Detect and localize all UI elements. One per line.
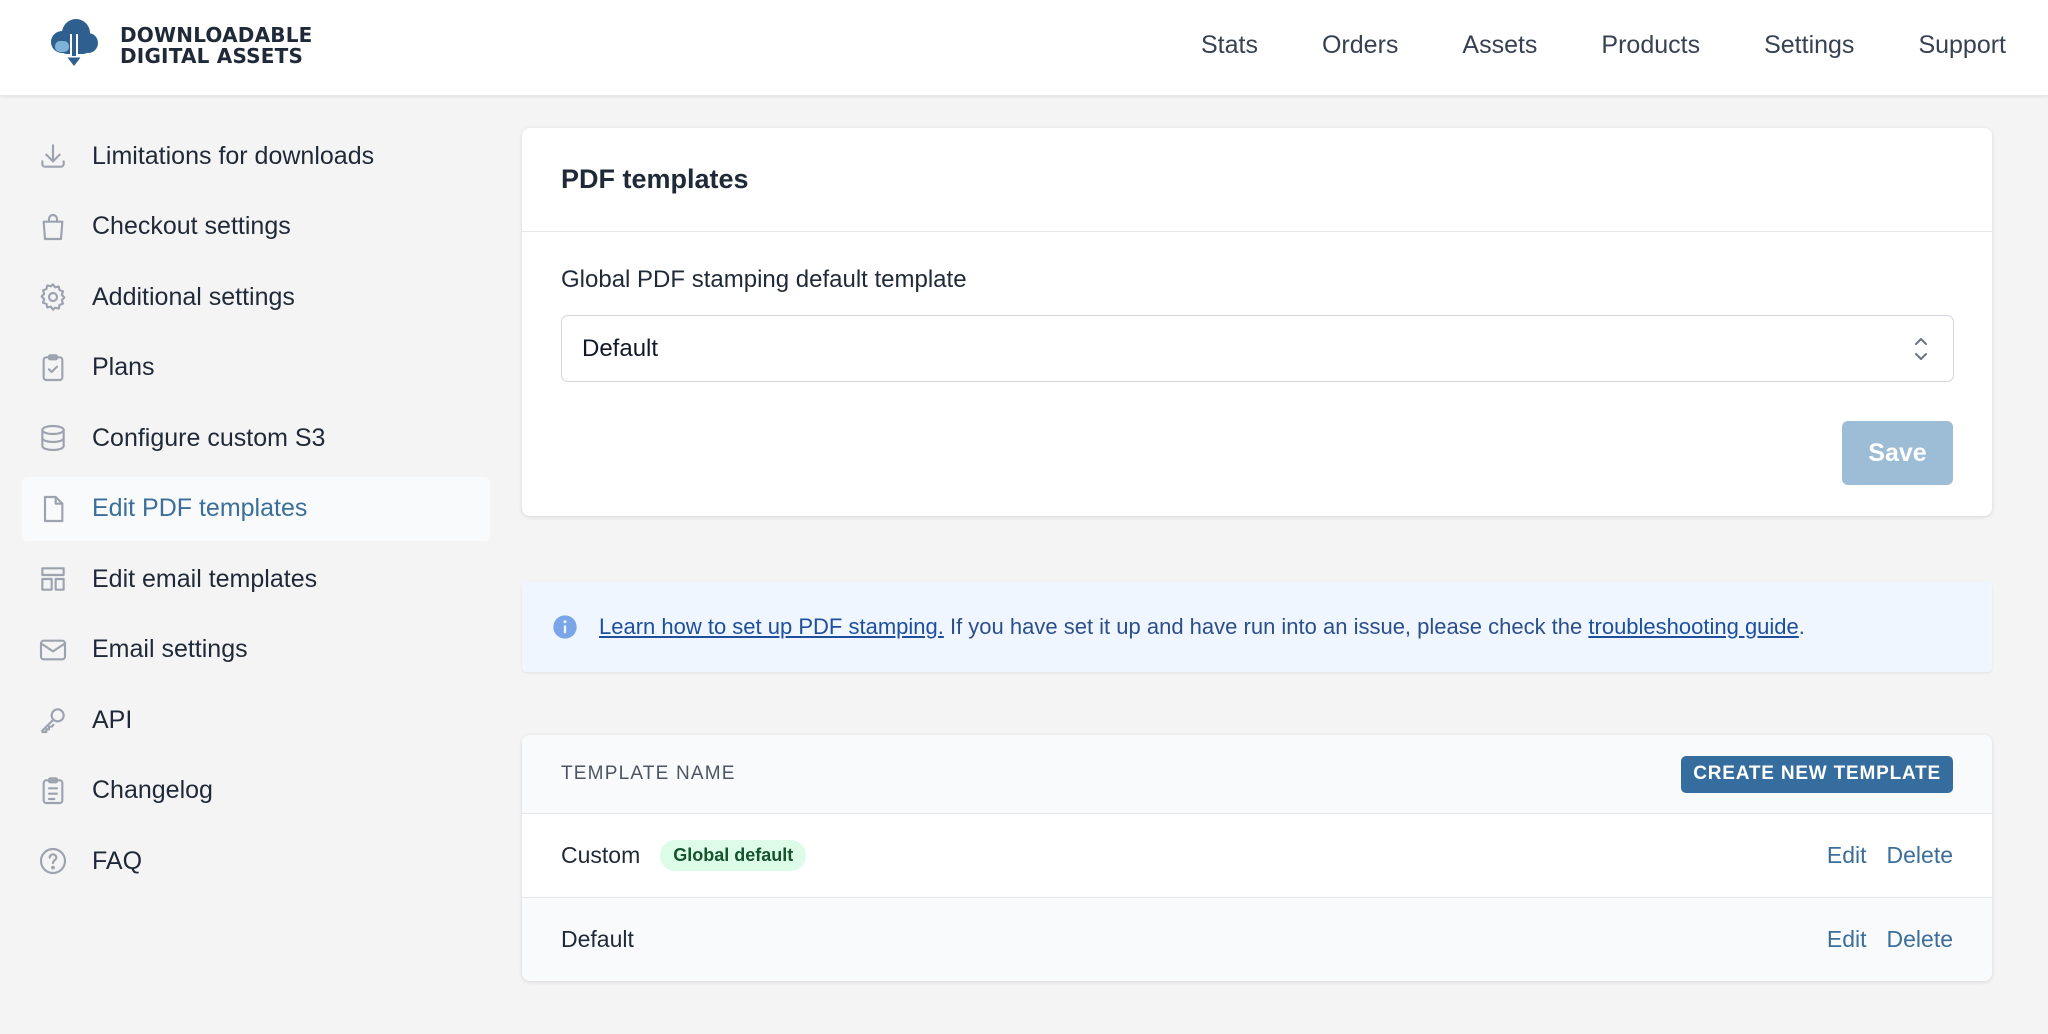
row-actions: Edit Delete [1807,842,1953,869]
nav-products[interactable]: Products [1601,31,1700,60]
nav-assets[interactable]: Assets [1462,31,1537,60]
shopping-bag-icon [36,210,70,244]
sidebar-item-label: Plans [92,353,155,381]
sidebar-item-email-settings[interactable]: Email settings [22,618,490,682]
cloud-download-logo-icon [51,19,98,68]
row-name-cell: Default [561,926,634,953]
template-name: Default [561,926,634,952]
info-icon [553,615,577,639]
default-template-select[interactable]: Default [561,315,1954,382]
nav-orders[interactable]: Orders [1322,31,1398,60]
save-button[interactable]: Save [1842,421,1953,485]
sidebar-item-custom-s3[interactable]: Configure custom S3 [22,406,490,470]
question-circle-icon [36,844,70,878]
sidebar-item-label: Checkout settings [92,212,291,240]
sidebar-item-label: FAQ [92,846,143,875]
info-banner: Learn how to set up PDF stamping. If you… [522,582,1992,672]
info-suffix: . [1798,614,1805,639]
sidebar-item-label: API [92,705,133,734]
sidebar-item-checkout[interactable]: Checkout settings [22,195,490,259]
brand-name: DOWNLOADABLE DIGITAL ASSETS [120,25,313,67]
mail-icon [36,633,70,667]
pdf-stamping-help-link[interactable]: Learn how to set up PDF stamping. [599,614,944,639]
sidebar-item-label: Additional settings [92,282,295,311]
table-row: Default Edit Delete [522,898,1992,981]
sidebar-item-label: Edit email templates [92,564,318,593]
delete-link[interactable]: Delete [1887,842,1953,869]
template-name: Custom [561,842,641,868]
edit-link[interactable]: Edit [1827,842,1867,869]
key-icon [36,703,70,737]
sidebar-item-limitations[interactable]: Limitations for downloads [22,124,490,188]
sidebar-item-pdf-templates[interactable]: Edit PDF templates [22,476,490,541]
card-header: PDF templates [522,128,1992,232]
sidebar-item-plans[interactable]: Plans [22,336,490,400]
database-icon [36,421,70,455]
sidebar-item-label: Changelog [92,776,213,804]
table-header: TEMPLATE NAME CREATE NEW TEMPLATE [522,735,1992,814]
brand-name-line1: DOWNLOADABLE [120,23,313,47]
sidebar-item-faq[interactable]: FAQ [22,829,490,893]
templates-table: TEMPLATE NAME CREATE NEW TEMPLATE Custom… [522,735,1992,981]
info-message: Learn how to set up PDF stamping. If you… [599,614,1805,640]
sidebar-item-label: Email settings [92,635,248,663]
top-header: DOWNLOADABLE DIGITAL ASSETS Stats Orders… [0,0,2048,96]
gear-icon [36,280,70,314]
select-value: Default [582,334,659,362]
card-title: PDF templates [561,164,749,194]
edit-link[interactable]: Edit [1827,926,1867,953]
create-new-template-button[interactable]: CREATE NEW TEMPLATE [1681,755,1953,793]
brand-logo[interactable]: DOWNLOADABLE DIGITAL ASSETS [46,16,313,76]
template-icon [36,562,70,596]
clipboard-list-icon [36,774,70,808]
troubleshooting-guide-link[interactable]: troubleshooting guide [1588,614,1798,639]
sidebar-item-api[interactable]: API [22,688,490,752]
table-row: Custom Global default Edit Delete [522,814,1992,898]
main-nav: Stats Orders Assets Products Settings Su… [1137,0,2006,90]
document-icon [36,492,70,526]
brand-name-line2: DIGITAL ASSETS [120,44,304,68]
row-name-cell: Custom Global default [561,840,807,871]
delete-link[interactable]: Delete [1887,926,1953,953]
download-icon [36,139,70,173]
info-text: If you have set it up and have run into … [943,614,1589,639]
nav-stats[interactable]: Stats [1201,31,1258,60]
nav-settings[interactable]: Settings [1764,31,1854,60]
pdf-templates-card: PDF templates Global PDF stamping defaul… [522,128,1992,516]
global-default-badge: Global default [660,840,807,871]
sidebar-item-label: Limitations for downloads [92,141,375,170]
sidebar-item-changelog[interactable]: Changelog [22,759,490,823]
column-header-template-name: TEMPLATE NAME [561,763,736,784]
nav-support[interactable]: Support [1918,31,2006,60]
clipboard-check-icon [36,351,70,385]
chevron-up-down-icon [1915,338,1927,360]
sidebar-item-additional[interactable]: Additional settings [22,265,490,329]
sidebar-item-email-templates[interactable]: Edit email templates [22,547,490,611]
sidebar-item-label: Edit PDF templates [92,494,308,522]
settings-sidebar: Limitations for downloads Checkout setti… [22,124,490,900]
default-template-label: Global PDF stamping default template [561,266,967,293]
row-actions: Edit Delete [1807,926,1953,953]
sidebar-item-label: Configure custom S3 [92,423,326,452]
